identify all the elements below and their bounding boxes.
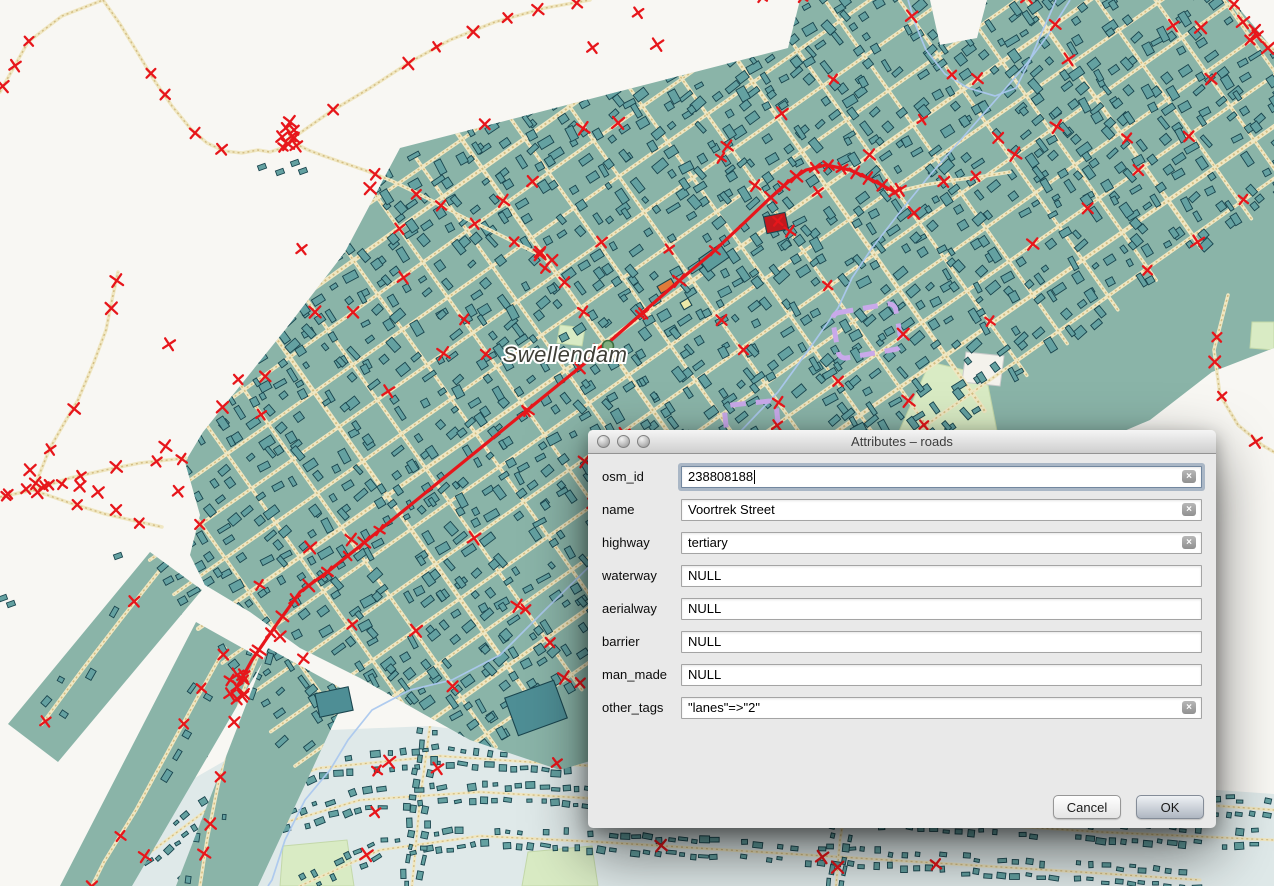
attribute-row: highway tertiary × xyxy=(602,526,1202,559)
field-value: NULL xyxy=(688,667,721,682)
field-label-barrier: barrier xyxy=(602,634,681,649)
field-value: NULL xyxy=(688,601,721,616)
ok-button[interactable]: OK xyxy=(1136,795,1204,819)
field-label-highway: highway xyxy=(602,535,681,550)
attribute-row: name Voortrek Street × xyxy=(602,493,1202,526)
dialog-titlebar[interactable]: Attributes – roads xyxy=(588,430,1216,454)
zoom-button[interactable] xyxy=(637,435,650,448)
field-input-man_made[interactable]: NULL xyxy=(681,664,1202,686)
minimize-button[interactable] xyxy=(617,435,630,448)
map-application-window: Swellendam Attributes – roads osm_id2388… xyxy=(0,0,1274,886)
place-label-swellendam: Swellendam xyxy=(503,342,628,367)
field-value: "lanes"=>"2" xyxy=(688,700,760,715)
field-value: tertiary xyxy=(688,535,728,550)
field-value: NULL xyxy=(688,634,721,649)
field-input-highway[interactable]: tertiary × xyxy=(681,532,1202,554)
clear-field-icon[interactable]: × xyxy=(1182,536,1196,549)
window-controls xyxy=(597,435,650,448)
clear-field-icon[interactable]: × xyxy=(1182,503,1196,516)
clear-field-icon[interactable]: × xyxy=(1182,701,1196,714)
field-input-barrier[interactable]: NULL xyxy=(681,631,1202,653)
field-label-aerialway: aerialway xyxy=(602,601,681,616)
dialog-title: Attributes – roads xyxy=(851,434,953,449)
field-input-osm_id[interactable]: 238808188 × xyxy=(681,466,1202,488)
field-input-other_tags[interactable]: "lanes"=>"2" × xyxy=(681,697,1202,719)
field-label-osm_id: osm_id xyxy=(602,469,681,484)
attributes-dialog: Attributes – roads osm_id238808188×nameV… xyxy=(588,430,1216,828)
cancel-button[interactable]: Cancel xyxy=(1053,795,1121,819)
field-input-name[interactable]: Voortrek Street × xyxy=(681,499,1202,521)
attribute-row: waterway NULL xyxy=(602,559,1202,592)
dialog-fields: osm_id238808188×nameVoortrek Street×high… xyxy=(602,460,1202,724)
field-value: 238808188 xyxy=(688,469,753,484)
text-caret xyxy=(754,470,755,484)
field-input-waterway[interactable]: NULL xyxy=(681,565,1202,587)
attribute-row: osm_id 238808188 × xyxy=(602,460,1202,493)
attribute-row: barrier NULL xyxy=(602,625,1202,658)
field-label-man_made: man_made xyxy=(602,667,681,682)
attribute-row: other_tags "lanes"=>"2" × xyxy=(602,691,1202,724)
dialog-buttons: Cancel OK xyxy=(1053,795,1204,819)
field-value: NULL xyxy=(688,568,721,583)
field-value: Voortrek Street xyxy=(688,502,775,517)
field-label-waterway: waterway xyxy=(602,568,681,583)
attribute-row: man_made NULL xyxy=(602,658,1202,691)
clear-field-icon[interactable]: × xyxy=(1182,470,1196,483)
attribute-row: aerialway NULL xyxy=(602,592,1202,625)
close-button[interactable] xyxy=(597,435,610,448)
field-input-aerialway[interactable]: NULL xyxy=(681,598,1202,620)
field-label-name: name xyxy=(602,502,681,517)
field-label-other_tags: other_tags xyxy=(602,700,681,715)
